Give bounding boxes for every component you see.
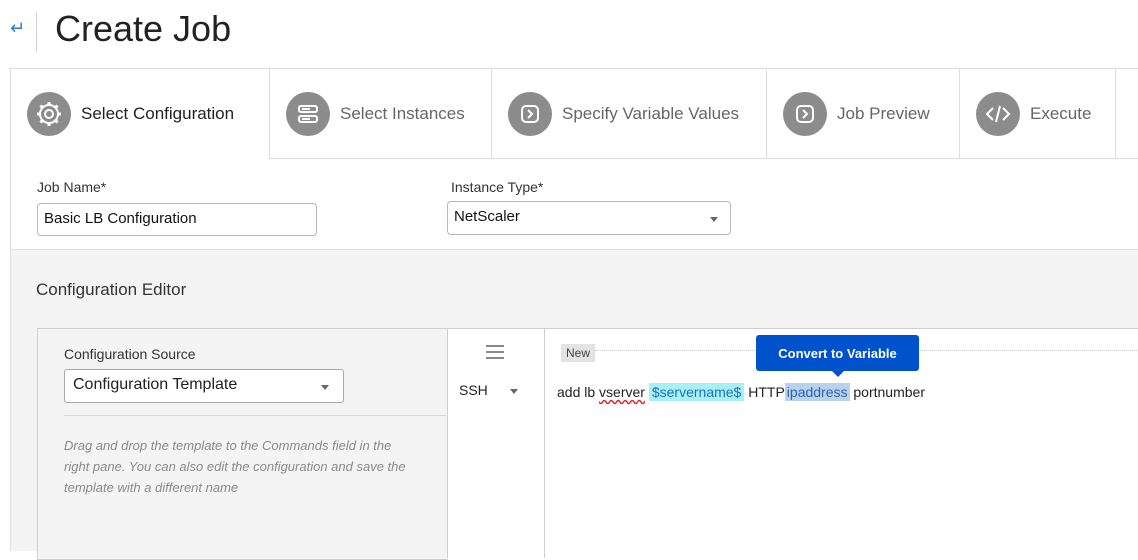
- page-title: Create Job: [55, 8, 232, 49]
- instance-type-select[interactable]: NetScaler: [447, 201, 731, 235]
- chevron-down-icon: [710, 217, 718, 222]
- instance-type-value: NetScaler: [454, 208, 520, 225]
- wizard-tabs: Select Configuration Select Instances Sp…: [11, 69, 1138, 159]
- tab-label: Select Instances: [340, 103, 465, 123]
- command-line[interactable]: add lb vserver $servername$ HTTP ipaddres…: [557, 383, 925, 401]
- new-badge: New: [561, 344, 596, 362]
- configuration-editor-area: Configuration Editor Configuration Sourc…: [11, 250, 1138, 560]
- job-name-label: Job Name*: [37, 179, 107, 195]
- divider: [64, 415, 446, 416]
- configuration-source-help-text: Drag and drop the template to the Comman…: [64, 438, 406, 495]
- tab-label: Specify Variable Values: [562, 103, 740, 123]
- command-text: portnumber: [853, 384, 925, 400]
- job-name-input[interactable]: Basic LB Configuration: [37, 203, 317, 236]
- commands-pane[interactable]: New Convert to Variable add lb vserver $…: [545, 328, 1138, 559]
- command-text-misspelled: vserver: [599, 384, 645, 400]
- chevron-right-icon: [783, 91, 827, 136]
- page-header: ↵ Create Job: [0, 0, 1138, 68]
- tab-select-configuration[interactable]: Select Configuration: [11, 69, 270, 159]
- chevron-right-icon: [508, 91, 552, 136]
- back-arrow-icon[interactable]: ↵: [10, 18, 25, 39]
- chevron-down-icon[interactable]: [510, 389, 518, 394]
- job-form: Job Name* Basic LB Configuration Instanc…: [11, 159, 1138, 250]
- tab-label: Job Preview: [837, 103, 930, 123]
- variable-token[interactable]: $servername$: [648, 383, 745, 401]
- drag-handle-icon[interactable]: [486, 345, 504, 363]
- gear-icon: [27, 92, 71, 136]
- command-text: HTTP: [748, 384, 785, 400]
- protocol-select[interactable]: SSH: [459, 382, 488, 398]
- instance-type-label: Instance Type*: [451, 179, 544, 195]
- job-wizard-card: Select Configuration Select Instances Sp…: [10, 68, 1138, 560]
- configuration-source-label: Configuration Source: [64, 346, 196, 362]
- tab-specify-variable-values[interactable]: Specify Variable Values: [492, 69, 767, 158]
- configuration-source-select[interactable]: Configuration Template: [64, 369, 344, 403]
- server-icon: [286, 91, 330, 136]
- configuration-source-panel: Configuration Source Configuration Templ…: [37, 328, 448, 560]
- code-icon: [976, 91, 1020, 136]
- tab-job-preview[interactable]: Job Preview: [767, 69, 960, 158]
- tab-label: Select Configuration: [81, 104, 235, 123]
- configuration-source-value: Configuration Template: [73, 376, 238, 393]
- tab-label: Execute: [1030, 103, 1092, 123]
- chevron-down-icon: [321, 385, 329, 390]
- tab-select-instances[interactable]: Select Instances: [270, 69, 492, 158]
- command-text: add lb: [557, 384, 600, 400]
- configuration-editor-title: Configuration Editor: [36, 280, 187, 299]
- tooltip-arrow: [832, 371, 844, 377]
- convert-to-variable-button[interactable]: Convert to Variable: [756, 335, 919, 371]
- tab-execute[interactable]: Execute: [960, 69, 1116, 158]
- selected-text[interactable]: ipaddress: [784, 383, 850, 401]
- command-protocol-column: SSH: [447, 328, 545, 558]
- header-divider: [36, 12, 37, 52]
